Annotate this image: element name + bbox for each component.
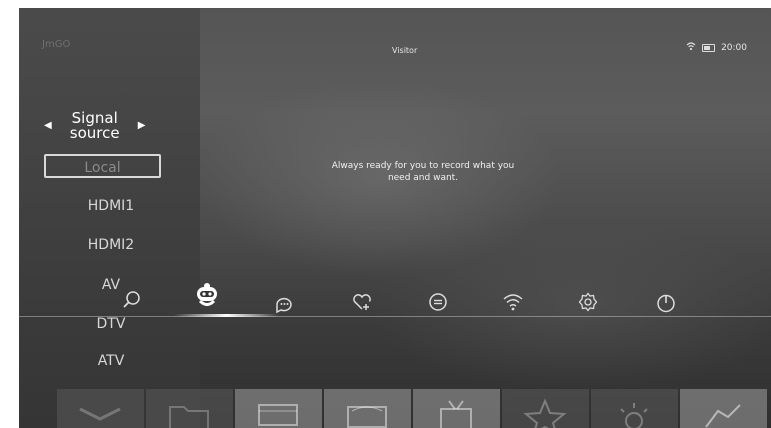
tile-8[interactable] [680,389,767,428]
tv-screen: JmGO Visitor 20:00 ◀ Signal source ▶ Loc… [19,8,771,428]
signal-source-header[interactable]: ◀ Signal source ▶ [44,108,164,144]
arrow-right-icon[interactable]: ▶ [138,121,146,131]
source-item-hdmi2[interactable]: HDMI2 [63,237,159,253]
settings-icon[interactable] [577,291,599,313]
tile-4[interactable] [324,389,411,428]
tile-6[interactable] [502,389,589,428]
page-title: Visitor [392,46,418,55]
menu-icon[interactable] [427,291,449,313]
welcome-message: Always ready for you to record what you … [331,161,515,183]
tile-1[interactable] [57,389,144,428]
app-tiles-row [57,389,771,428]
source-item-hdmi1[interactable]: HDMI1 [63,198,159,214]
search-icon[interactable] [121,289,143,311]
arrow-left-icon[interactable]: ◀ [44,121,52,131]
signal-source-title: Signal source [69,109,120,142]
source-item-atv[interactable]: ATV [63,353,159,369]
robot-icon[interactable] [194,280,220,308]
source-item-dtv[interactable]: DTV [63,316,159,332]
wifi-status-icon [686,42,696,54]
wifi-settings-icon[interactable] [502,291,524,313]
power-icon[interactable] [655,292,677,314]
chat-icon[interactable] [273,293,295,315]
battery-icon [702,44,716,52]
tile-5[interactable] [413,389,500,428]
favorite-add-icon[interactable] [351,291,373,313]
status-bar: 20:00 [686,42,747,54]
brand-logo: JmGO [42,39,71,50]
tile-2[interactable] [146,389,233,428]
tile-7[interactable] [591,389,678,428]
source-item-local[interactable]: Local [44,154,161,178]
toolbar-divider [19,316,771,317]
selection-indicator [174,314,279,317]
tile-3[interactable] [235,389,322,428]
clock-time: 20:00 [721,43,747,53]
source-item-av[interactable]: AV [63,277,159,293]
